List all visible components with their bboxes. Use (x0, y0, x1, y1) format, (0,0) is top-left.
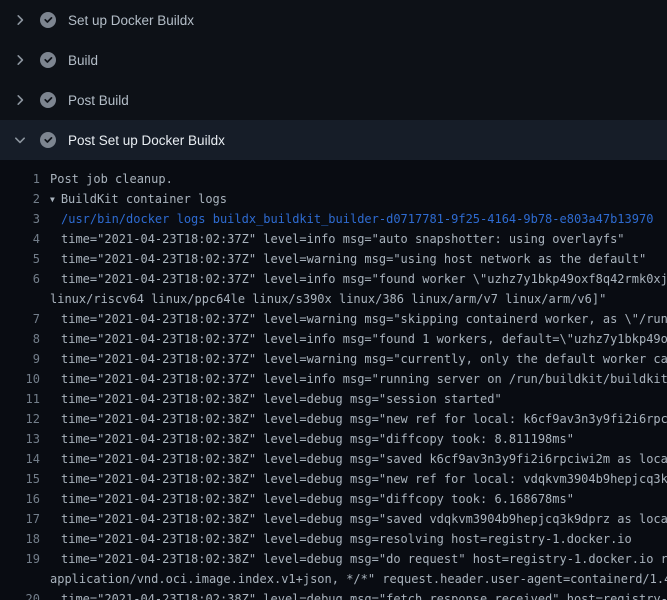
line-number[interactable]: 12 (0, 409, 40, 429)
log-line: 5 time="2021-04-23T18:02:37Z" level=warn… (0, 249, 667, 269)
log-line: linux/riscv64 linux/ppc64le linux/s390x … (0, 289, 667, 309)
line-text: time="2021-04-23T18:02:37Z" level=info m… (61, 229, 625, 249)
chevron-icon (12, 52, 28, 68)
log-section-header-0[interactable]: Set up Docker Buildx (0, 0, 667, 40)
line-text: time="2021-04-23T18:02:37Z" level=warnin… (61, 249, 646, 269)
line-number[interactable]: 10 (0, 369, 40, 389)
line-text: time="2021-04-23T18:02:38Z" level=debug … (61, 469, 667, 489)
line-number (0, 289, 40, 309)
log-line: 18 time="2021-04-23T18:02:38Z" level=deb… (0, 529, 667, 549)
line-text: time="2021-04-23T18:02:37Z" level=info m… (61, 269, 667, 289)
line-number[interactable]: 19 (0, 549, 40, 569)
log-section-header-1[interactable]: Build (0, 40, 667, 80)
line-text: time="2021-04-23T18:02:37Z" level=warnin… (61, 309, 667, 329)
line-number[interactable]: 16 (0, 489, 40, 509)
log-section-header-3[interactable]: Post Set up Docker Buildx (0, 120, 667, 160)
line-text: time="2021-04-23T18:02:37Z" level=info m… (61, 369, 667, 389)
line-text: time="2021-04-23T18:02:38Z" level=debug … (61, 509, 667, 529)
line-text: time="2021-04-23T18:02:38Z" level=debug … (61, 589, 667, 600)
section-label: Post Set up Docker Buildx (68, 133, 225, 148)
chevron-icon (12, 132, 28, 148)
line-number[interactable]: 11 (0, 389, 40, 409)
check-circle-icon (40, 92, 56, 108)
log-line: 14 time="2021-04-23T18:02:38Z" level=deb… (0, 449, 667, 469)
line-number (0, 569, 40, 589)
line-text: time="2021-04-23T18:02:38Z" level=debug … (61, 409, 667, 429)
line-number[interactable]: 14 (0, 449, 40, 469)
log-line: 20 time="2021-04-23T18:02:38Z" level=deb… (0, 589, 667, 600)
section-label: Set up Docker Buildx (68, 13, 194, 28)
log-section-header-2[interactable]: Post Build (0, 80, 667, 120)
chevron-icon (12, 12, 28, 28)
section-label: Build (68, 53, 98, 68)
check-circle-icon (40, 12, 56, 28)
log-line: 3 /usr/bin/docker logs buildx_buildkit_b… (0, 209, 667, 229)
line-text: time="2021-04-23T18:02:38Z" level=debug … (61, 489, 574, 509)
section-label: Post Build (68, 93, 129, 108)
log-line: 10 time="2021-04-23T18:02:37Z" level=inf… (0, 369, 667, 389)
log-line: 8 time="2021-04-23T18:02:37Z" level=info… (0, 329, 667, 349)
line-number[interactable]: 4 (0, 229, 40, 249)
group-title: BuildKit container logs (61, 192, 227, 206)
line-text: time="2021-04-23T18:02:38Z" level=debug … (61, 549, 667, 569)
line-number[interactable]: 18 (0, 529, 40, 549)
line-number[interactable]: 2 (0, 189, 40, 209)
check-circle-icon (40, 132, 56, 148)
log-line: 12 time="2021-04-23T18:02:38Z" level=deb… (0, 409, 667, 429)
line-text: ▼ BuildKit container logs (50, 189, 227, 209)
chevron-icon (12, 92, 28, 108)
actions-log-viewer: Set up Docker Buildx Build Post Build Po… (0, 0, 667, 600)
log-panel: 1 Post job cleanup. 2 ▼ BuildKit containe… (0, 160, 667, 600)
line-number[interactable]: 17 (0, 509, 40, 529)
line-text: time="2021-04-23T18:02:37Z" level=warnin… (61, 349, 667, 369)
line-number[interactable]: 8 (0, 329, 40, 349)
line-text: time="2021-04-23T18:02:37Z" level=info m… (61, 329, 667, 349)
log-line: 15 time="2021-04-23T18:02:38Z" level=deb… (0, 469, 667, 489)
line-number[interactable]: 1 (0, 169, 40, 189)
steps-list: Set up Docker Buildx Build Post Build Po… (0, 0, 667, 160)
line-number[interactable]: 20 (0, 589, 40, 600)
line-text: time="2021-04-23T18:02:38Z" level=debug … (61, 429, 574, 449)
log-line: 11 time="2021-04-23T18:02:38Z" level=deb… (0, 389, 667, 409)
line-text: Post job cleanup. (50, 169, 173, 189)
log-line: 6 time="2021-04-23T18:02:37Z" level=info… (0, 269, 667, 289)
line-number[interactable]: 15 (0, 469, 40, 489)
log-line: 16 time="2021-04-23T18:02:38Z" level=deb… (0, 489, 667, 509)
log-line: 1 Post job cleanup. (0, 169, 667, 189)
line-text: /usr/bin/docker logs buildx_buildkit_bui… (61, 209, 653, 229)
log-line: 2 ▼ BuildKit container logs (0, 189, 667, 209)
log-line: 7 time="2021-04-23T18:02:37Z" level=warn… (0, 309, 667, 329)
check-circle-icon (40, 52, 56, 68)
line-text: application/vnd.oci.image.index.v1+json,… (50, 569, 667, 589)
line-number[interactable]: 6 (0, 269, 40, 289)
log-line: 17 time="2021-04-23T18:02:38Z" level=deb… (0, 509, 667, 529)
log-line: 13 time="2021-04-23T18:02:38Z" level=deb… (0, 429, 667, 449)
line-number[interactable]: 7 (0, 309, 40, 329)
line-text: time="2021-04-23T18:02:38Z" level=debug … (61, 449, 667, 469)
group-collapse-triangle-icon[interactable]: ▼ (50, 190, 55, 209)
line-number[interactable]: 5 (0, 249, 40, 269)
log-line: application/vnd.oci.image.index.v1+json,… (0, 569, 667, 589)
line-number[interactable]: 9 (0, 349, 40, 369)
line-text: linux/riscv64 linux/ppc64le linux/s390x … (50, 289, 606, 309)
line-number[interactable]: 3 (0, 209, 40, 229)
line-number[interactable]: 13 (0, 429, 40, 449)
line-text: time="2021-04-23T18:02:38Z" level=debug … (61, 389, 502, 409)
log-line: 9 time="2021-04-23T18:02:37Z" level=warn… (0, 349, 667, 369)
log-line: 19 time="2021-04-23T18:02:38Z" level=deb… (0, 549, 667, 569)
line-text: time="2021-04-23T18:02:38Z" level=debug … (61, 529, 632, 549)
log-line: 4 time="2021-04-23T18:02:37Z" level=info… (0, 229, 667, 249)
